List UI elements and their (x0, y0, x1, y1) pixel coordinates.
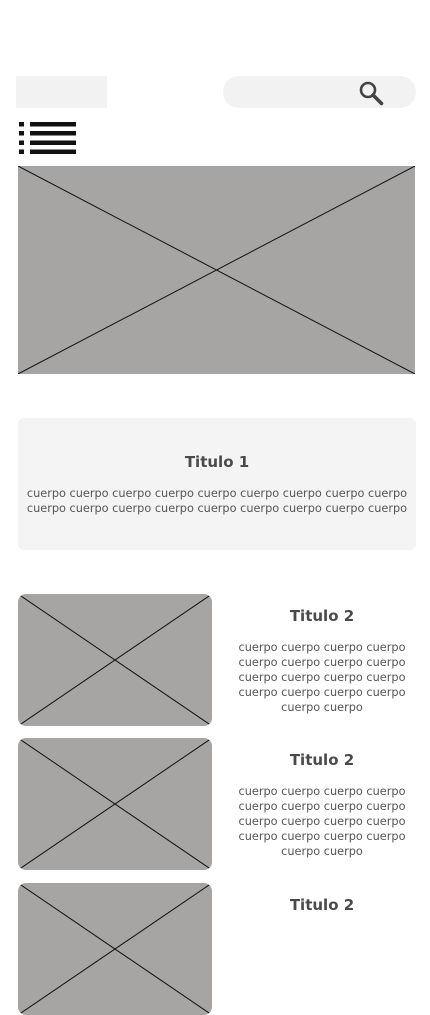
item-body: cuerpo cuerpo cuerpo cuerpo cuerpo cuerp… (238, 641, 406, 714)
item-image-placeholder[interactable] (18, 883, 212, 1015)
search-bar[interactable] (223, 76, 416, 108)
item-image-placeholder[interactable] (18, 594, 212, 726)
item-body: cuerpo cuerpo cuerpo cuerpo cuerpo cuerp… (238, 785, 406, 858)
item-title: Titulo 2 (289, 607, 355, 625)
feature-card-body: cuerpo cuerpo cuerpo cuerpo cuerpo cuerp… (26, 487, 408, 515)
feature-card-title: Titulo 1 (184, 453, 250, 471)
search-icon[interactable] (358, 80, 384, 106)
feature-card: Titulo 1 cuerpo cuerpo cuerpo cuerpo cue… (18, 418, 416, 550)
item-image-placeholder[interactable] (18, 738, 212, 870)
item-title: Titulo 2 (289, 896, 355, 914)
logo-placeholder (16, 76, 107, 108)
hero-image-placeholder (18, 166, 415, 374)
item-title: Titulo 2 (289, 751, 355, 769)
list-menu-icon[interactable] (19, 122, 76, 154)
